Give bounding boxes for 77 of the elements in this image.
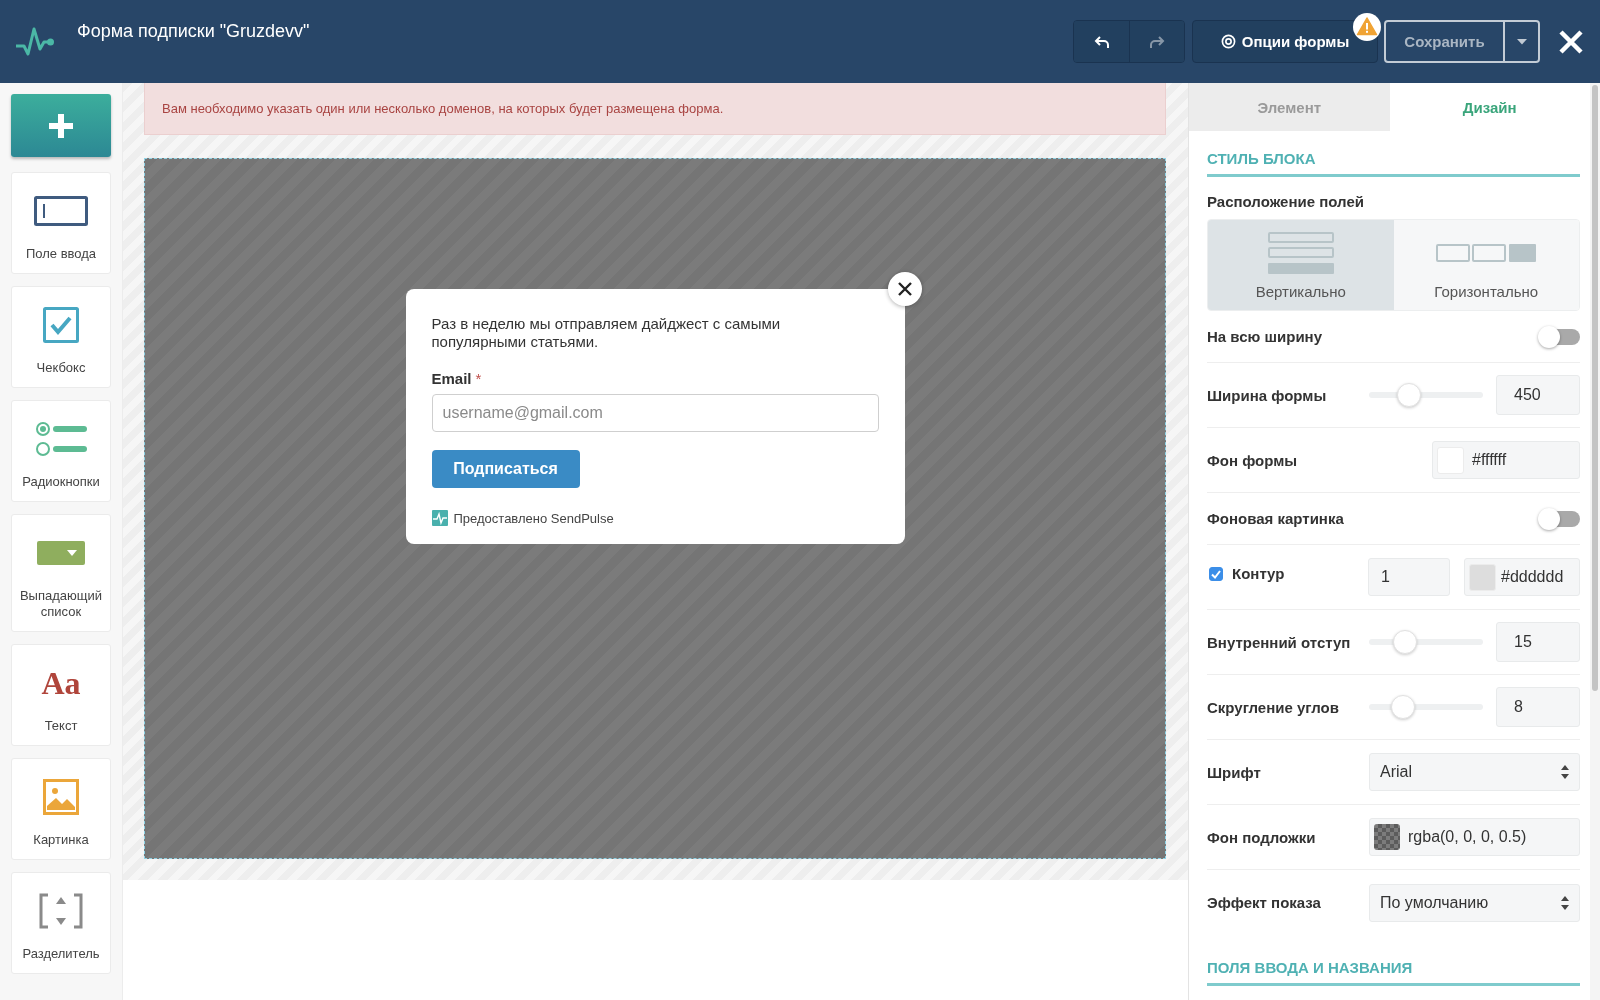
- close-icon: [1558, 28, 1584, 55]
- select-arrows-icon: [1561, 895, 1569, 910]
- redo-icon: [1149, 33, 1165, 50]
- required-mark: *: [475, 370, 482, 388]
- number-field[interactable]: 1: [1368, 558, 1450, 596]
- select-field[interactable]: По умолчанию: [1369, 883, 1580, 922]
- layout-option[interactable]: Вертикально: [1208, 220, 1394, 310]
- radio-list-icon: [35, 421, 87, 457]
- select-field[interactable]: Arial: [1369, 753, 1580, 791]
- warning-icon[interactable]: [1353, 13, 1381, 41]
- plus-icon: [49, 113, 73, 138]
- scrollbar-thumb[interactable]: [1592, 85, 1598, 691]
- setting-label: Контур: [1232, 565, 1286, 582]
- setting-label: Фон подложки: [1207, 828, 1317, 846]
- slider-track[interactable]: [1369, 695, 1483, 719]
- close-icon: [897, 282, 912, 296]
- slider-track[interactable]: [1369, 630, 1483, 654]
- divider-icon: [39, 893, 83, 929]
- number-field[interactable]: 450: [1496, 375, 1580, 415]
- toolbox-item[interactable]: Aa Текст: [11, 644, 111, 746]
- slider-thumb[interactable]: [1396, 383, 1421, 407]
- setting-label: Шрифт: [1207, 763, 1262, 781]
- setting-label: Эффект показа: [1207, 894, 1322, 911]
- setting-label: Ширина формы: [1207, 386, 1328, 404]
- setting-label: Фон формы: [1207, 451, 1299, 469]
- toolbox-item[interactable]: Поле ввода: [11, 172, 111, 274]
- text-icon: Aa: [41, 666, 81, 700]
- toolbox-item[interactable]: Разделитель: [11, 872, 111, 974]
- color-field[interactable]: #ffffff: [1432, 441, 1580, 479]
- undo-button[interactable]: [1074, 21, 1129, 62]
- pulse-logo-icon: [431, 510, 448, 526]
- toggle-switch[interactable]: [1538, 507, 1580, 530]
- undo-icon: [1093, 33, 1110, 50]
- slider-track[interactable]: [1369, 383, 1483, 407]
- form-title: Форма подписки "Gruzdevv": [77, 21, 310, 42]
- close-button[interactable]: [1558, 28, 1584, 55]
- section-title: СТИЛЬ БЛОКА: [1207, 150, 1580, 177]
- checkbox[interactable]: [1209, 566, 1223, 581]
- toggle-switch[interactable]: [1538, 325, 1580, 348]
- number-field[interactable]: 8: [1496, 687, 1580, 727]
- save-menu-button[interactable]: [1505, 20, 1540, 63]
- inline-fields-icon: [1436, 244, 1537, 262]
- setting-label: На всю ширину: [1207, 328, 1324, 345]
- credit-text: Предоставлено SendPulse: [453, 510, 614, 526]
- number-field[interactable]: 15: [1496, 622, 1580, 662]
- stacked-fields-icon: [1267, 232, 1334, 274]
- color-swatch-icon[interactable]: [1469, 563, 1496, 591]
- gear-icon: [1220, 34, 1236, 49]
- close-button[interactable]: [887, 272, 922, 306]
- toolbox-item[interactable]: Чекбокс: [11, 286, 111, 388]
- email-field[interactable]: username@gmail.com: [431, 394, 879, 432]
- form-options-button[interactable]: Опции формы: [1192, 20, 1378, 63]
- subscribe-button[interactable]: Подписаться: [431, 450, 580, 488]
- image-icon: [43, 779, 79, 815]
- input-box-icon: [34, 196, 88, 226]
- layout-option[interactable]: Горизонтально: [1393, 220, 1579, 310]
- setting-label: Фоновая картинка: [1207, 510, 1345, 527]
- checkered-swatch-icon[interactable]: [1374, 824, 1400, 850]
- toolbox-item[interactable]: Выпадающий список: [11, 514, 111, 632]
- add-button[interactable]: [11, 94, 111, 157]
- alert-message: Вам необходимо указать один или несколько доменов, на которых будет размещена форма.: [144, 83, 1166, 135]
- checkbox-icon: [43, 307, 79, 343]
- slider-thumb[interactable]: [1390, 695, 1415, 719]
- setting-label: Расположение полей: [1207, 193, 1365, 210]
- select-arrows-icon: [1561, 765, 1569, 779]
- slider-thumb[interactable]: [1393, 630, 1418, 654]
- color-field[interactable]: rgba(0, 0, 0, 0.5): [1369, 818, 1580, 856]
- section-title: ПОЛЯ ВВОДА И НАЗВАНИЯ: [1207, 959, 1580, 986]
- color-field[interactable]: #dddddd: [1464, 558, 1580, 596]
- caret-icon: [1516, 38, 1527, 45]
- setting-label: Внутренний отступ: [1207, 633, 1352, 651]
- dropdown-icon: [37, 541, 85, 565]
- field-label: Email: [431, 370, 472, 388]
- form-description: Раз в неделю мы отправляем дайджест с самыми популярными статьями.: [431, 315, 782, 351]
- toolbox-item[interactable]: Картинка: [11, 758, 111, 860]
- toolbox-item[interactable]: Радиокнопки: [11, 400, 111, 502]
- setting-label: Скругление углов: [1207, 698, 1340, 716]
